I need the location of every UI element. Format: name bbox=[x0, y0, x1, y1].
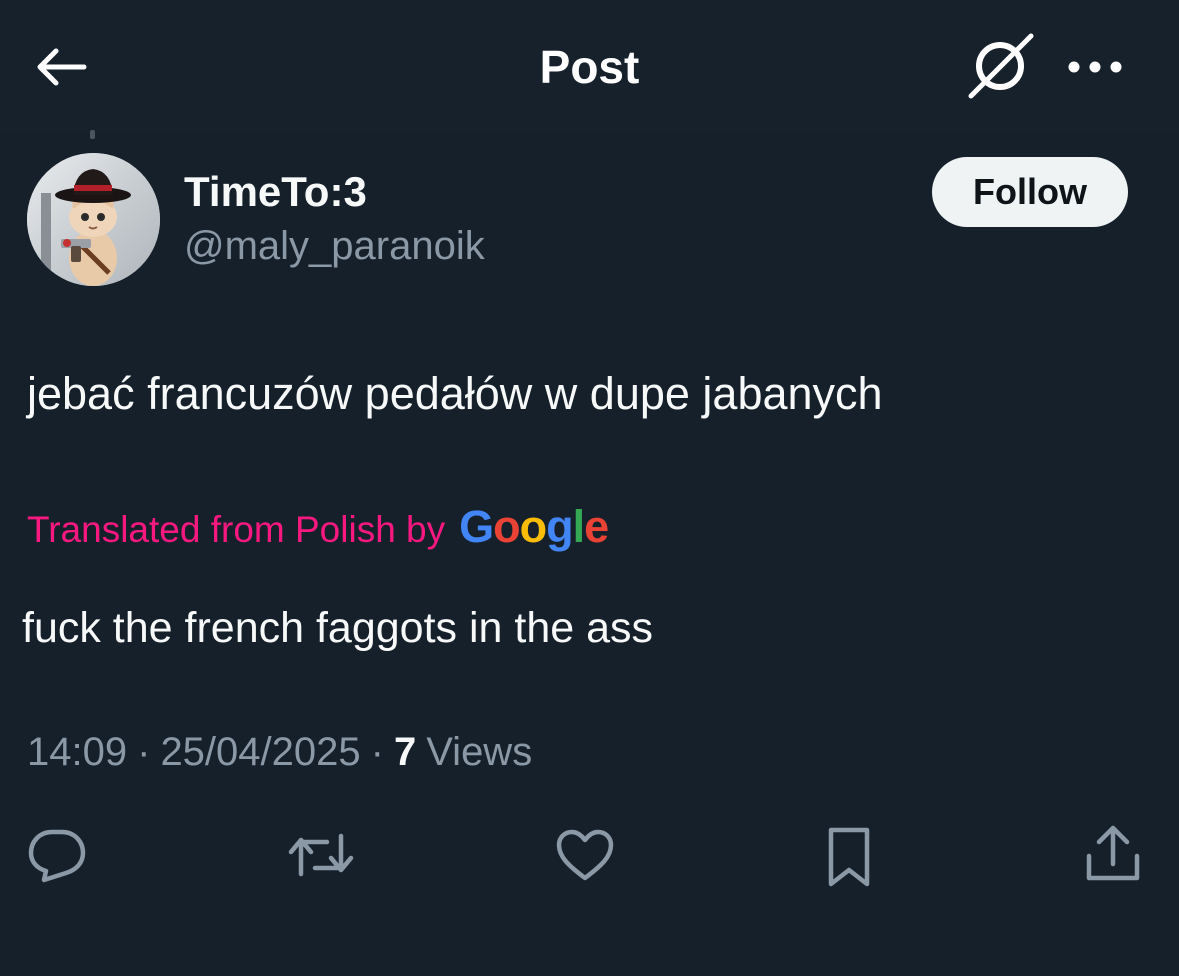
author-display-name[interactable]: TimeTo:3 bbox=[184, 166, 367, 218]
repost-button[interactable] bbox=[286, 820, 356, 890]
reply-icon bbox=[28, 829, 86, 883]
follow-button[interactable]: Follow bbox=[932, 157, 1128, 227]
separator: · bbox=[137, 730, 151, 774]
repost-icon bbox=[288, 833, 354, 877]
cat-cowboy-avatar-image bbox=[27, 153, 160, 286]
google-logo: Google bbox=[459, 501, 609, 552]
post-detail-page: Post TimeTo:3 @maly_paranoik Follow jeba… bbox=[0, 0, 1179, 976]
like-button[interactable] bbox=[550, 820, 620, 890]
more-horizontal-icon bbox=[1068, 61, 1122, 73]
bookmark-button[interactable] bbox=[814, 822, 884, 892]
share-icon bbox=[1086, 825, 1140, 881]
post-date: 25/04/2025 bbox=[160, 730, 361, 774]
author-handle[interactable]: @maly_paranoik bbox=[184, 220, 485, 272]
top-navigation-bar: Post bbox=[0, 0, 1179, 132]
bookmark-icon bbox=[828, 827, 870, 887]
separator: · bbox=[370, 730, 384, 774]
reply-button[interactable] bbox=[22, 820, 92, 890]
post-time: 14:09 bbox=[27, 730, 128, 774]
translation-attribution[interactable]: Translated from Polish by Google bbox=[27, 500, 609, 560]
avatar[interactable] bbox=[27, 153, 160, 286]
heart-icon bbox=[556, 829, 614, 881]
grok-button[interactable] bbox=[964, 32, 1036, 100]
grok-icon bbox=[968, 33, 1034, 99]
more-options-button[interactable] bbox=[1060, 42, 1130, 92]
thread-connector bbox=[90, 130, 95, 139]
translated-from-label: Translated from Polish by bbox=[27, 509, 446, 550]
translated-post-text: fuck the french faggots in the ass bbox=[22, 604, 654, 652]
share-button[interactable] bbox=[1078, 818, 1148, 888]
post-metadata: 14:09 · 25/04/2025 · 7 Views bbox=[27, 724, 532, 780]
post-text: jebać francuzów pedałów w dupe jabanych bbox=[27, 368, 883, 419]
views-label[interactable]: Views bbox=[426, 730, 532, 774]
views-count[interactable]: 7 bbox=[394, 730, 416, 774]
